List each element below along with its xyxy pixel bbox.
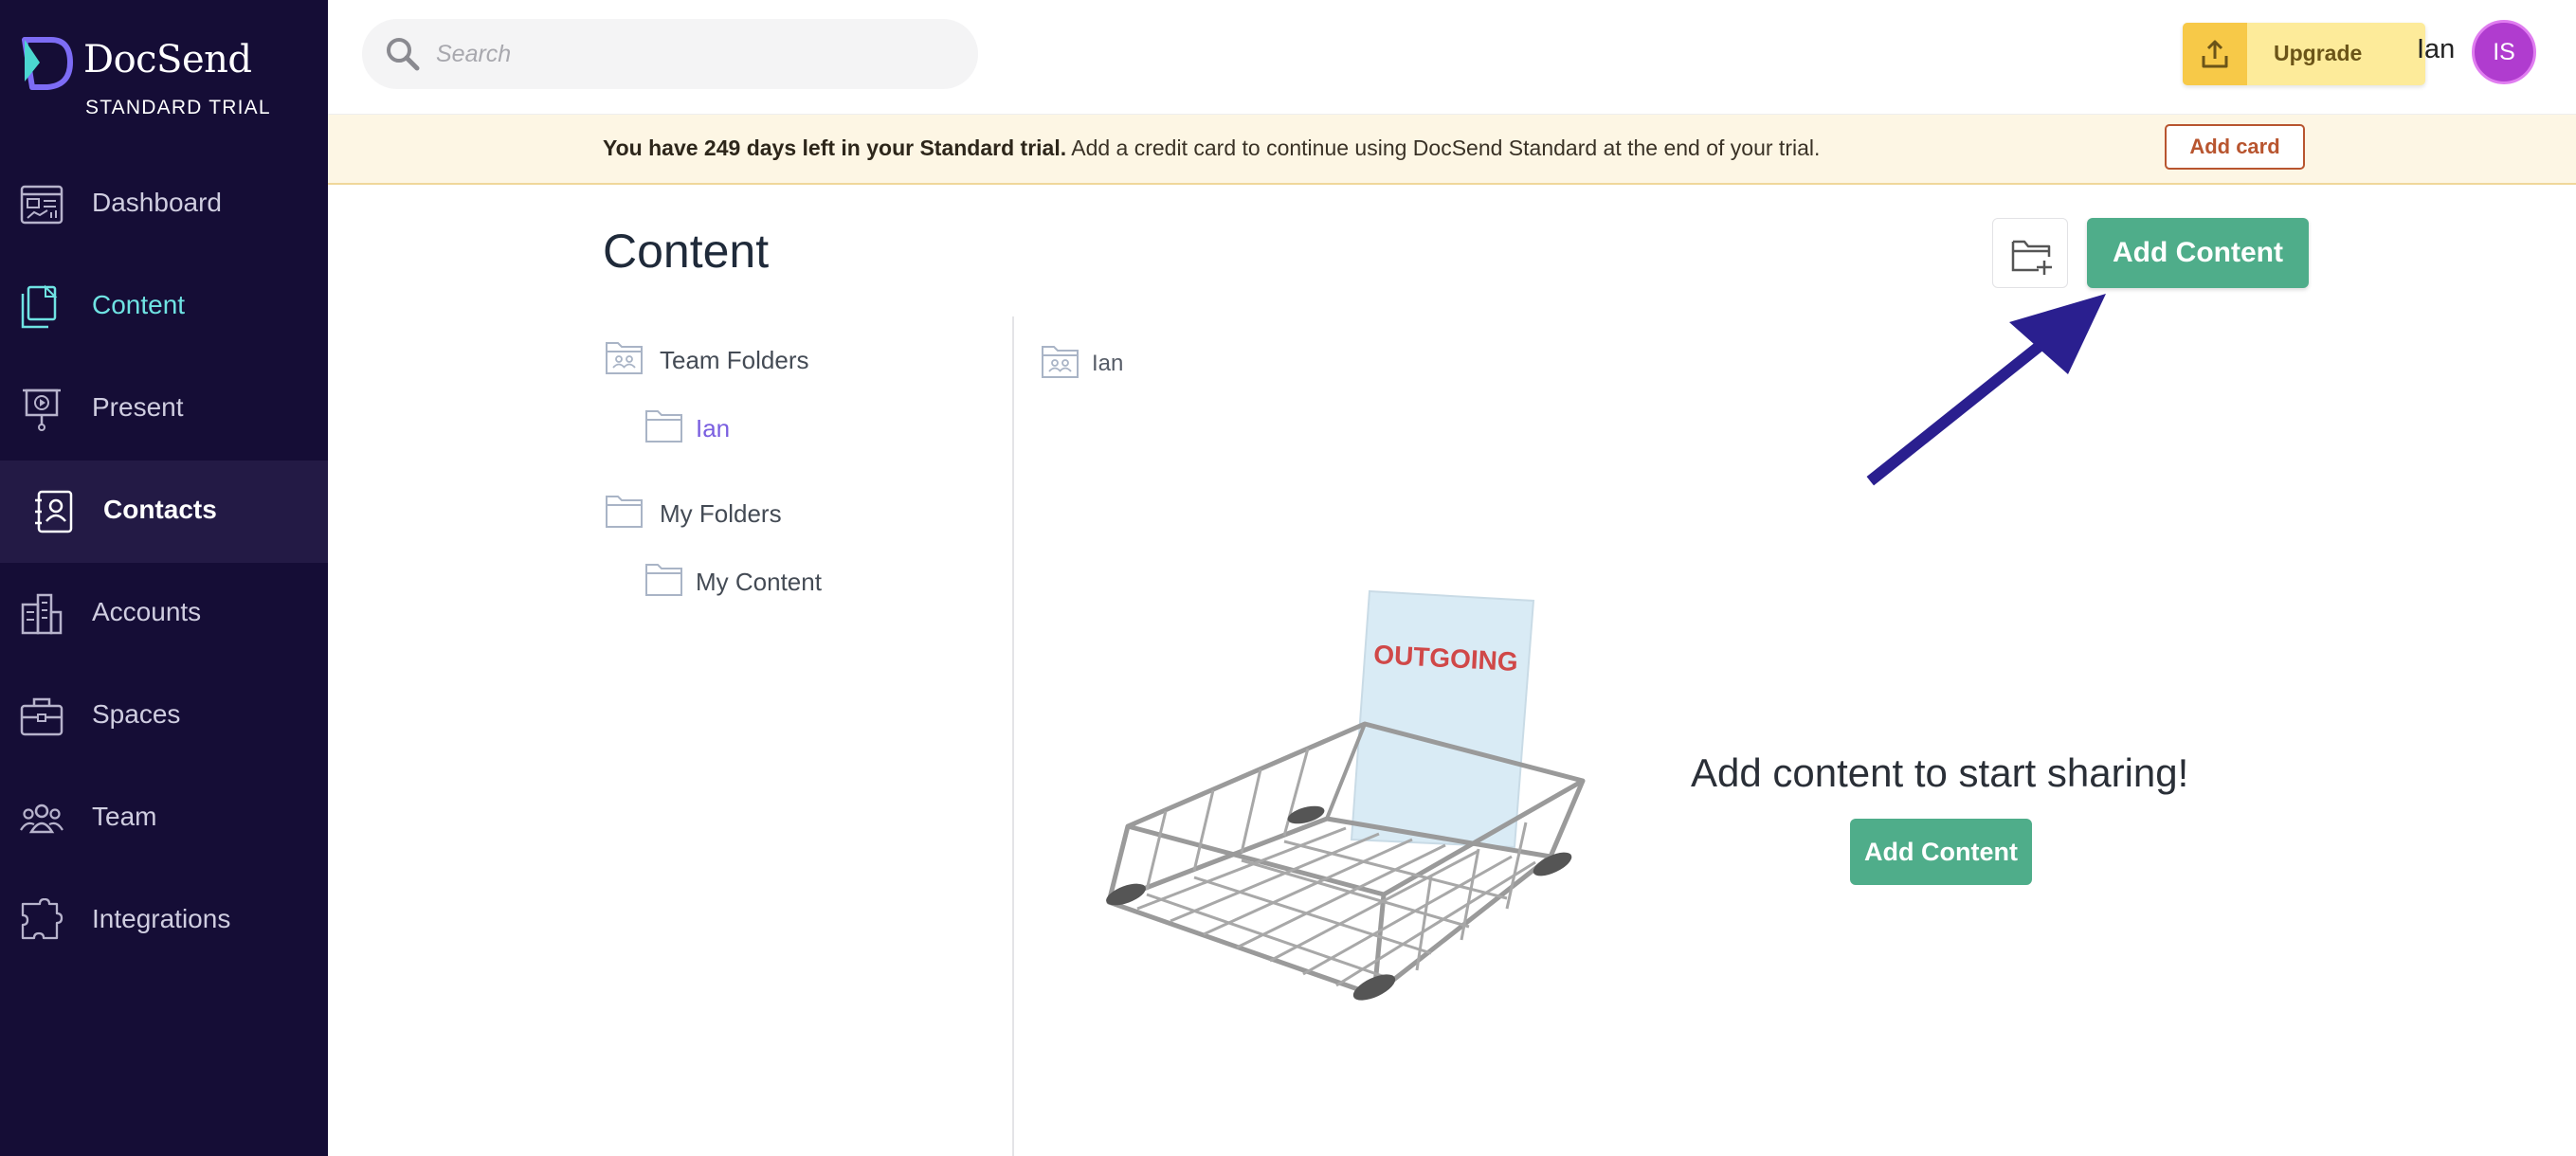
content-icon xyxy=(21,284,58,329)
trial-banner: You have 249 days left in your Standard … xyxy=(328,115,2576,185)
folder-icon xyxy=(645,564,682,596)
upload-icon xyxy=(2202,40,2228,68)
sidebar-item-label: Dashboard xyxy=(92,188,222,217)
outgoing-tray-illustration: OUTGOING xyxy=(1106,589,1586,1001)
brand[interactable]: DocSend STANDARD TRIAL xyxy=(19,34,322,129)
sidebar: DocSend STANDARD TRIAL Dashboard Content xyxy=(0,0,328,1156)
breadcrumb-label: Ian xyxy=(1092,351,1124,376)
spaces-icon xyxy=(20,697,63,736)
add-content-empty-button[interactable]: Add Content xyxy=(1850,819,2032,885)
page-title: Content xyxy=(603,225,770,278)
sidebar-item-label: Spaces xyxy=(92,699,181,729)
integrations-icon xyxy=(21,898,63,940)
tree-label: My Folders xyxy=(660,499,782,528)
new-folder-button[interactable] xyxy=(1992,218,2068,288)
sidebar-item-accounts[interactable]: Accounts xyxy=(0,563,328,665)
sidebar-item-spaces[interactable]: Spaces xyxy=(0,665,328,768)
trial-instruction: Add a credit card to continue using DocS… xyxy=(1071,135,1821,160)
sidebar-item-label: Integrations xyxy=(92,904,231,933)
search-bar[interactable] xyxy=(362,19,978,89)
sidebar-item-present[interactable]: Present xyxy=(0,358,328,461)
sidebar-item-label: Accounts xyxy=(92,597,202,626)
trial-days-left: You have 249 days left in your Standard … xyxy=(603,135,1067,160)
avatar[interactable]: IS xyxy=(2472,20,2536,84)
folder-plus-icon xyxy=(2011,240,2052,275)
team-icon xyxy=(20,804,63,834)
tree-label: My Content xyxy=(696,568,822,596)
annotation-arrow-icon xyxy=(1866,294,2106,486)
tree-label: Ian xyxy=(696,414,731,443)
sidebar-item-label: Team xyxy=(92,802,157,831)
sidebar-item-label: Contacts xyxy=(103,495,217,524)
folder-icon xyxy=(606,496,643,528)
upgrade-button[interactable]: Upgrade xyxy=(2183,23,2425,85)
sidebar-item-integrations[interactable]: Integrations xyxy=(0,870,328,972)
sidebar-item-label: Present xyxy=(92,392,184,422)
sidebar-item-label: Content xyxy=(92,290,186,319)
breadcrumb: Ian xyxy=(1041,341,1123,387)
sidebar-item-content[interactable]: Content xyxy=(0,256,328,358)
top-bar: Upgrade Ian IS xyxy=(328,0,2576,115)
add-content-button[interactable]: Add Content xyxy=(2087,218,2309,288)
search-input[interactable] xyxy=(434,32,950,76)
add-card-button[interactable]: Add card xyxy=(2165,124,2305,170)
team-folder-icon xyxy=(1042,346,1079,378)
user-name[interactable]: Ian xyxy=(2417,34,2455,65)
present-icon xyxy=(23,388,61,431)
tree-label: Team Folders xyxy=(660,346,809,374)
search-icon xyxy=(387,38,420,71)
upgrade-label: Upgrade xyxy=(2274,41,2363,65)
docsend-logo-icon xyxy=(22,37,73,90)
sidebar-item-contacts[interactable]: Contacts xyxy=(0,461,328,563)
sidebar-item-dashboard[interactable]: Dashboard xyxy=(0,154,328,256)
plan-label: STANDARD TRIAL xyxy=(85,97,271,118)
brand-name: DocSend xyxy=(83,38,252,81)
sidebar-item-team[interactable]: Team xyxy=(0,768,328,870)
accounts-icon xyxy=(21,593,63,635)
folder-icon xyxy=(645,410,682,443)
empty-state-title: Add content to start sharing! xyxy=(1691,750,2189,795)
contacts-icon xyxy=(35,490,73,533)
dashboard-icon xyxy=(20,185,63,225)
panel-divider xyxy=(1012,316,1014,1156)
trial-message: You have 249 days left in your Standard … xyxy=(603,135,1820,161)
upgrade-icon-box xyxy=(2183,23,2247,85)
team-folder-icon xyxy=(606,342,643,374)
